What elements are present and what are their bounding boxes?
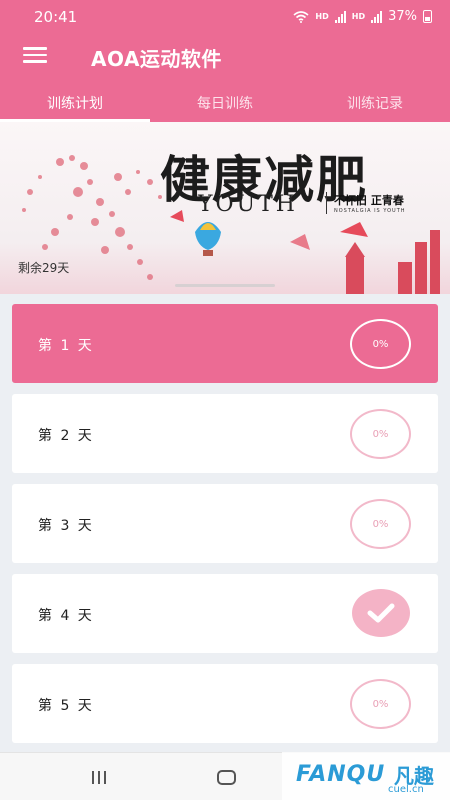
status-icons: HD HD 37% [293, 9, 432, 24]
status-time: 20:41 [34, 7, 78, 26]
banner-indicator [175, 284, 275, 287]
day-label: 第 3 天 [38, 518, 94, 534]
tab-training-record[interactable]: 训练记录 [300, 78, 450, 122]
watermark-logo: FANQU 凡趣 cuel.cn [282, 752, 450, 800]
completed-check-icon [352, 589, 410, 637]
progress-ring: 0% [350, 409, 411, 459]
day-label: 第 2 天 [38, 428, 94, 444]
day-card-3[interactable]: 第 3 天 0% [12, 484, 438, 563]
day-label: 第 1 天 [38, 338, 94, 354]
home-icon[interactable] [217, 770, 236, 785]
hamburger-menu-icon[interactable] [23, 47, 47, 63]
tab-training-plan[interactable]: 训练计划 [0, 78, 150, 122]
wifi-icon [293, 10, 309, 23]
signal-icon-1 [334, 10, 346, 23]
days-remaining: 剩余29天 [18, 261, 70, 275]
day-label: 第 4 天 [38, 608, 94, 624]
tab-daily-training[interactable]: 每日训练 [150, 78, 300, 122]
battery-icon [423, 10, 432, 23]
progress-ring: 0% [350, 679, 411, 729]
progress-ring: 0% [350, 319, 411, 369]
banner-youth: YOUTH [198, 192, 298, 217]
day-card-2[interactable]: 第 2 天 0% [12, 394, 438, 473]
day-card-1[interactable]: 第 1 天 0% [12, 304, 438, 383]
day-list: 第 1 天 0% 第 2 天 0% 第 3 天 0% 第 4 天 第 5 天 0… [12, 304, 438, 754]
watermark-brand: FANQU [296, 762, 386, 787]
day-card-5[interactable]: 第 5 天 0% [12, 664, 438, 743]
hd-badge-1: HD [315, 12, 329, 21]
signal-icon-2 [371, 10, 383, 23]
tab-bar: 训练计划 每日训练 训练记录 [0, 78, 450, 122]
status-bar: 20:41 HD HD 37% [0, 0, 450, 33]
hd-badge-2: HD [351, 12, 366, 21]
banner-subtitle: NOSTALGIA IS YOUTH [334, 208, 406, 214]
recent-apps-icon[interactable] [92, 771, 108, 784]
day-card-4[interactable]: 第 4 天 [12, 574, 438, 653]
app-bar: AOA运动软件 [0, 33, 450, 78]
banner[interactable]: 健康减肥 YOUTH 不怀旧 正青春 NOSTALGIA IS YOUTH 剩余… [0, 122, 450, 294]
battery-percent: 37% [388, 9, 417, 24]
progress-ring: 0% [350, 499, 411, 549]
watermark-url: cuel.cn [388, 784, 424, 795]
banner-divider [326, 192, 327, 214]
app-title: AOA运动软件 [91, 47, 222, 71]
banner-tagline: 不怀旧 正青春 [334, 194, 404, 207]
day-label: 第 5 天 [38, 698, 94, 714]
